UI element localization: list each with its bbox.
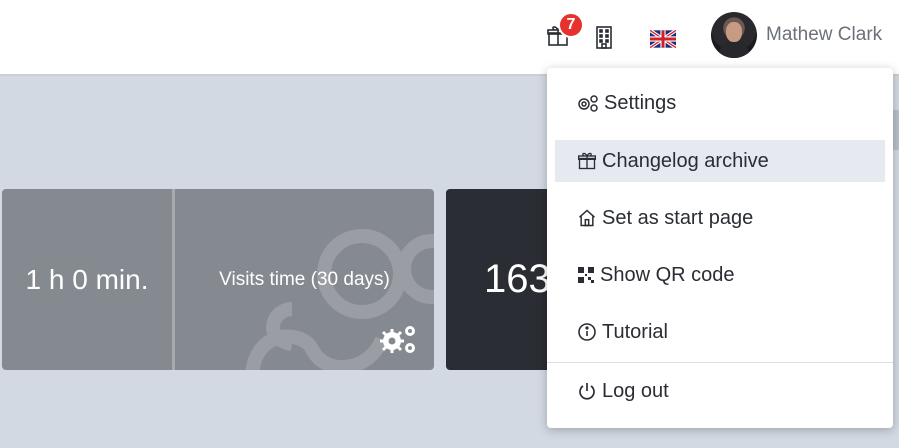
power-icon [577, 381, 597, 401]
menu-item-label: Log out [602, 379, 669, 402]
menu-item-set-start-page[interactable]: Set as start page [555, 197, 885, 239]
menu-item-log-out[interactable]: Log out [555, 370, 885, 412]
uk-flag-icon[interactable] [650, 28, 676, 50]
stat-card-dark-value: 163 [484, 257, 551, 301]
building-icon[interactable] [592, 24, 616, 50]
menu-item-label: Set as start page [602, 206, 754, 229]
qr-code-icon [577, 266, 595, 284]
gears-icon [577, 94, 599, 112]
notification-badge: 7 [558, 12, 584, 38]
user-dropdown-menu: Settings Changelog archive Set as start … [547, 68, 893, 428]
menu-item-label: Tutorial [602, 320, 668, 343]
visits-time-card: 1 h 0 min. Visits time (30 days) [2, 189, 434, 370]
card-gears-icon[interactable] [378, 321, 422, 355]
top-bar: 7 Mathew Clark [0, 0, 899, 76]
menu-item-label: Changelog archive [602, 149, 769, 172]
visits-time-value: 1 h 0 min. [25, 263, 149, 295]
user-name[interactable]: Mathew Clark [766, 24, 882, 46]
gift-icon [577, 151, 597, 171]
menu-item-show-qr-code[interactable]: Show QR code [555, 254, 885, 296]
menu-separator [547, 362, 893, 363]
menu-item-label: Show QR code [600, 263, 735, 286]
menu-item-label: Settings [604, 91, 677, 114]
menu-item-settings[interactable]: Settings [555, 82, 885, 124]
user-avatar[interactable] [711, 12, 757, 58]
menu-item-tutorial[interactable]: Tutorial [555, 311, 885, 353]
menu-item-changelog-archive[interactable]: Changelog archive [555, 140, 885, 182]
info-icon [577, 322, 597, 342]
home-icon [577, 208, 597, 228]
scrollbar[interactable] [892, 110, 899, 150]
